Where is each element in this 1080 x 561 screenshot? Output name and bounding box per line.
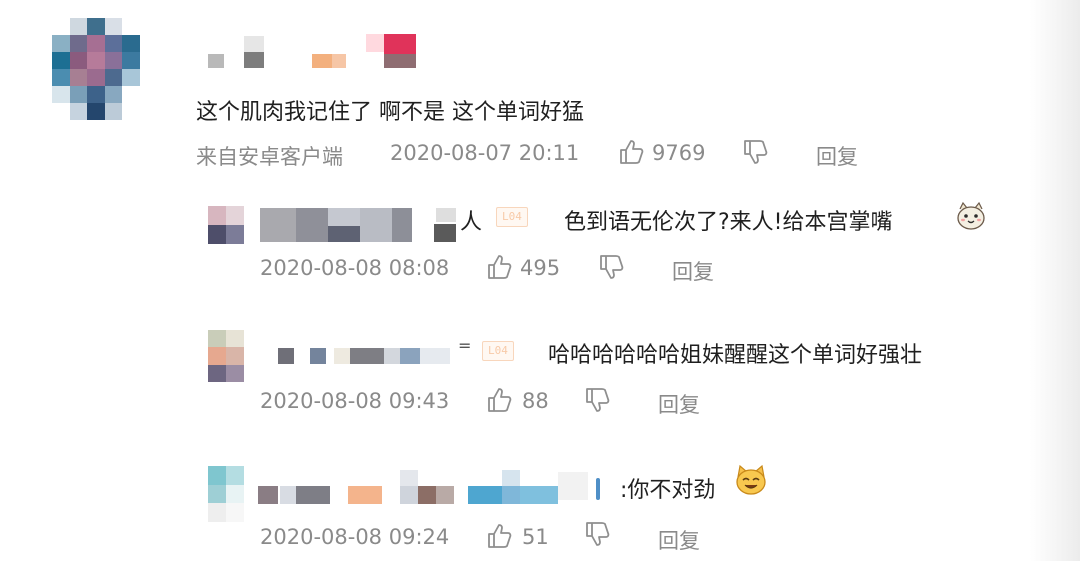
comment-source: 来自安卓客户端 [196, 145, 343, 169]
cat-face-emoji-icon [734, 463, 766, 495]
thumbs-up-icon[interactable] [486, 386, 514, 414]
reply-text: :你不对劲 [620, 478, 716, 503]
like-count: 9769 [652, 141, 706, 165]
reply-text: 哈哈哈哈哈哈姐妹醒醒这个单词好强壮 [548, 343, 923, 368]
reply-avatar[interactable] [208, 466, 244, 522]
reply-button[interactable]: 回复 [672, 256, 714, 286]
reply-text: 色到语无伦次了?来人!给本宫掌嘴 [564, 210, 893, 235]
thumbs-up-icon[interactable] [486, 522, 514, 550]
thumbs-up-icon[interactable] [618, 138, 646, 166]
reply-username-suffix[interactable]: 人 [460, 204, 482, 236]
username-blurred[interactable] [200, 32, 430, 72]
thumbs-down-icon[interactable] [584, 386, 612, 414]
reply-like-count: 88 [522, 389, 549, 413]
reply-button[interactable]: 回复 [658, 525, 700, 555]
reply-button[interactable]: 回复 [658, 389, 700, 419]
reply-username-blurred[interactable] [256, 468, 608, 508]
thumbs-down-icon[interactable] [598, 253, 626, 281]
comment-text: 这个肌肉我记住了 啊不是 这个单词好猛 [196, 100, 584, 125]
reply-username-suffix[interactable]: = [458, 336, 471, 355]
thumbs-up-icon[interactable] [486, 253, 514, 281]
reply-avatar[interactable] [208, 330, 244, 382]
thumbs-down-icon[interactable] [742, 138, 770, 166]
reply-time: 2020-08-08 08:08 [260, 256, 450, 280]
reply-username-blurred[interactable] [270, 340, 460, 370]
reply-avatar[interactable] [208, 206, 244, 244]
reply-username-blurred[interactable] [258, 206, 468, 246]
level-badge: L04 [496, 207, 528, 227]
page-edge-shadow [1030, 0, 1080, 561]
reply-like-count: 51 [522, 525, 549, 549]
reply-button[interactable]: 回复 [816, 141, 858, 171]
level-badge: L04 [482, 341, 514, 361]
comment-time: 2020-08-07 20:11 [390, 141, 580, 165]
avatar[interactable] [52, 18, 140, 120]
thumbs-down-icon[interactable] [584, 520, 612, 548]
reply-like-count: 495 [520, 256, 561, 280]
cute-face-emoji-icon [955, 200, 985, 230]
reply-time: 2020-08-08 09:43 [260, 389, 450, 413]
reply-time: 2020-08-08 09:24 [260, 525, 450, 549]
